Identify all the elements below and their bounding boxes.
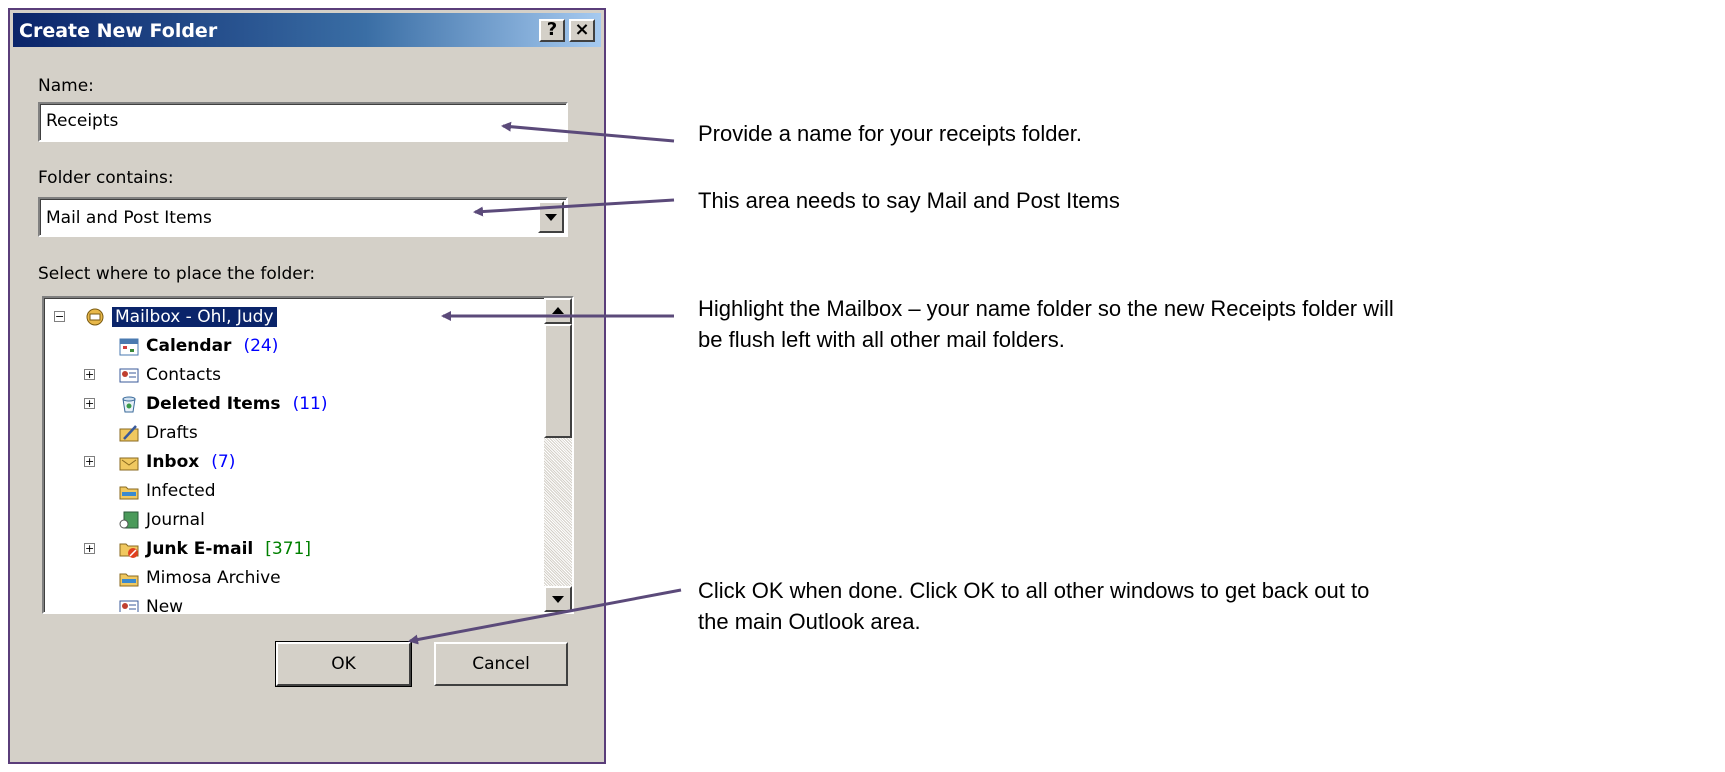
annotation-mailbox-line2: be flush left with all other mail folder… bbox=[698, 327, 1065, 352]
annotation-contains: This area needs to say Mail and Post Ite… bbox=[698, 188, 1120, 213]
annotation-arrows bbox=[408, 121, 682, 645]
annotation-name: Provide a name for your receipts folder. bbox=[698, 121, 1082, 146]
annotation-ok-line1: Click OK when done. Click OK to all othe… bbox=[698, 578, 1370, 603]
arrow-to-name-field bbox=[501, 121, 675, 143]
arrow-to-ok-button bbox=[408, 588, 682, 645]
arrow-to-folder-contains bbox=[473, 198, 675, 217]
annotation-mailbox-line1: Highlight the Mailbox – your name folder… bbox=[698, 296, 1394, 321]
annotation-ok-line2: the main Outlook area. bbox=[698, 609, 921, 634]
